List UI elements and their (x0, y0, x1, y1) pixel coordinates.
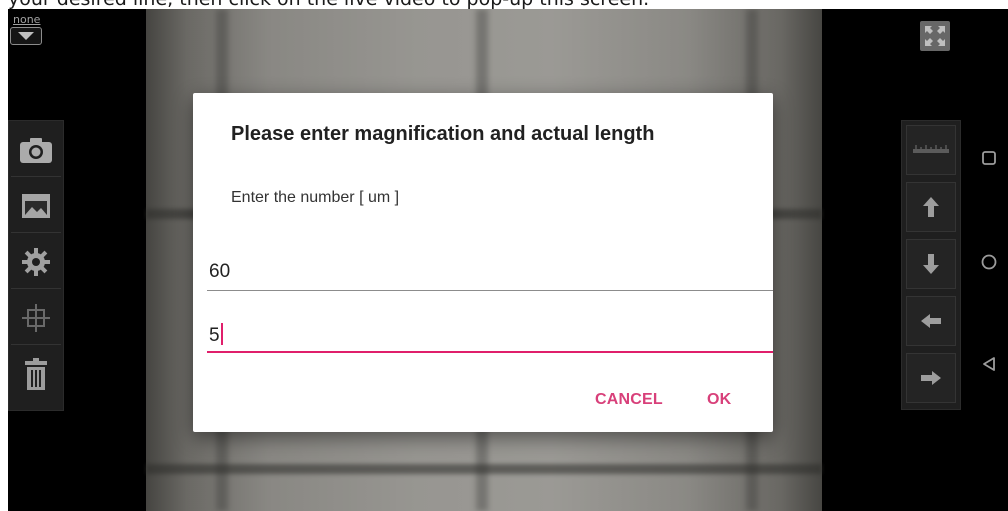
length-input[interactable]: 5 (207, 319, 773, 353)
dialog-message: Enter the number [ um ] (231, 189, 400, 206)
length-underline (207, 351, 773, 353)
cancel-button[interactable]: CANCEL (595, 391, 663, 409)
caption-text: your desired line, then click on the liv… (8, 0, 649, 9)
magnification-value: 60 (209, 261, 231, 282)
length-value: 5 (209, 325, 220, 346)
dialog-title: Please enter magnification and actual le… (231, 123, 655, 145)
magnification-dialog: Please enter magnification and actual le… (193, 93, 773, 432)
magnification-underline (207, 290, 773, 291)
magnification-input[interactable]: 60 (207, 257, 773, 291)
ok-button[interactable]: OK (707, 391, 731, 409)
text-caret (220, 323, 223, 345)
length-value-wrap: 5 (209, 323, 223, 347)
caption-strip: your desired line, then click on the liv… (0, 0, 1008, 9)
app-screen: none Please enter magnification and actu… (8, 9, 1008, 511)
